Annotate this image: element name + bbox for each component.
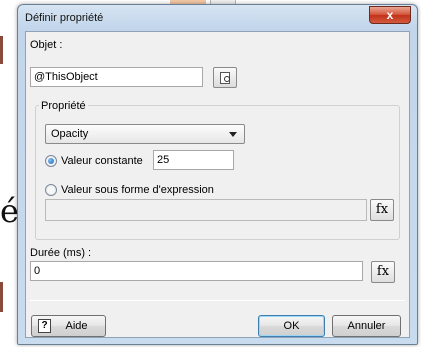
duree-label: Durée (ms) : [30, 247, 92, 259]
objet-input[interactable]: @ThisObject [30, 67, 203, 87]
help-button-label: Aide [65, 320, 88, 332]
cancel-button[interactable]: Annuler [332, 315, 401, 337]
dialog-content: Objet : @ThisObject Propriété Opacity Va… [25, 31, 410, 338]
ok-button[interactable]: OK [258, 315, 325, 337]
constant-value-input[interactable]: 25 [153, 150, 234, 170]
close-icon: x [386, 8, 394, 22]
objet-label: Objet : [30, 39, 63, 51]
title-bar[interactable]: Définir propriété x [18, 5, 417, 31]
propriete-group-label: Propriété [39, 100, 88, 112]
duree-fx-button[interactable]: fx [371, 261, 395, 283]
objet-browse-button[interactable] [213, 67, 237, 88]
background-edge-bar [0, 36, 3, 64]
magnifier-icon [224, 76, 230, 82]
help-button[interactable]: ? Aide [31, 315, 106, 337]
radio-constant-label[interactable]: Valeur constante [61, 155, 143, 167]
radio-expression-value[interactable] [45, 184, 57, 196]
help-icon: ? [38, 319, 51, 333]
background-edge-bar [0, 282, 3, 312]
close-button[interactable]: x [369, 6, 411, 24]
duree-input[interactable]: 0 [30, 261, 363, 281]
chevron-down-icon [229, 132, 237, 137]
expression-input[interactable] [45, 199, 367, 221]
expression-fx-button[interactable]: fx [370, 199, 394, 221]
property-select-value: Opacity [51, 128, 89, 140]
radio-expression-label[interactable]: Valeur sous forme d'expression [61, 184, 214, 196]
separator [30, 300, 405, 301]
dialog-title: Définir propriété [25, 12, 104, 24]
define-property-dialog: Définir propriété x Objet : @ThisObject … [17, 4, 418, 345]
property-select[interactable]: Opacity [45, 124, 245, 144]
radio-constant-value[interactable] [45, 155, 57, 167]
